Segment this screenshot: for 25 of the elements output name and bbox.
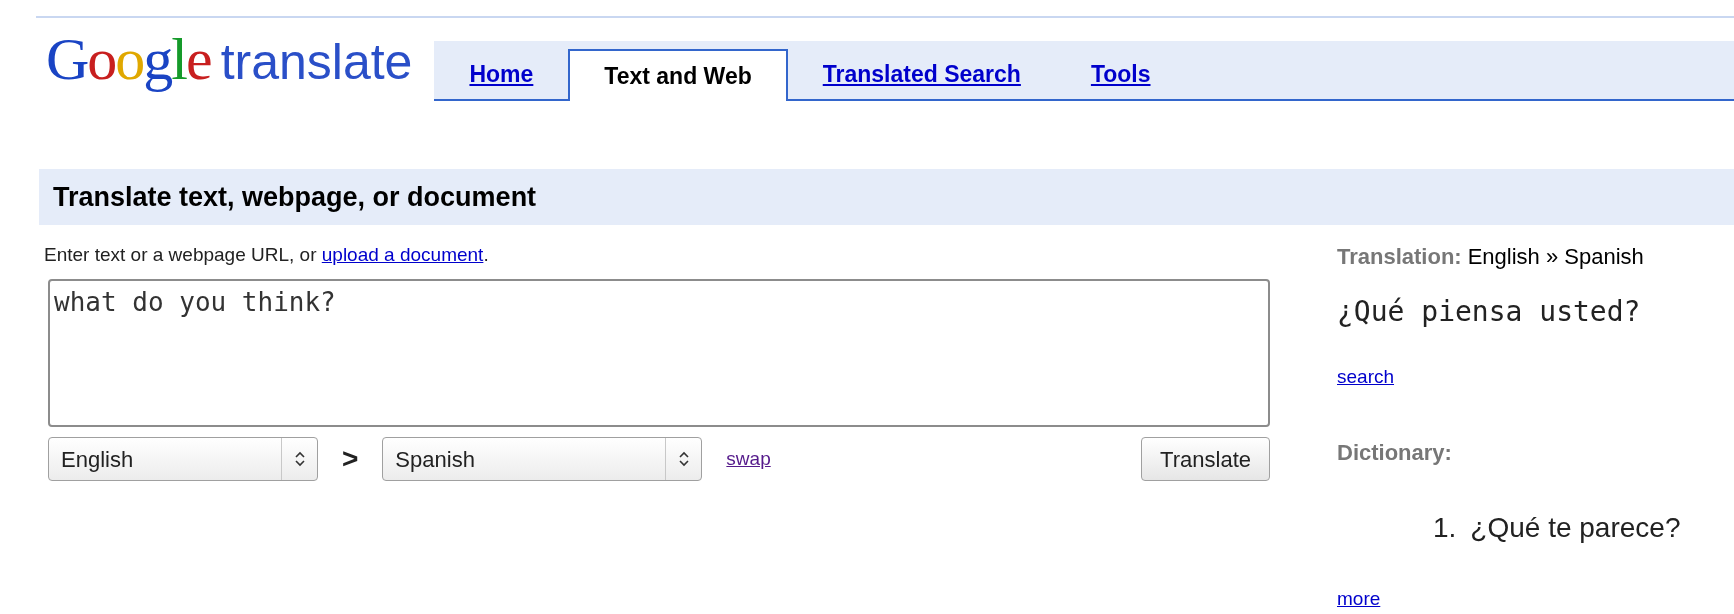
direction-sign: > (342, 442, 359, 476)
language-select[interactable]: English (48, 437, 318, 481)
nav-tab[interactable]: Translated Search (787, 49, 1056, 99)
brand-logo: Google (46, 25, 211, 94)
nav-tab[interactable]: Tools (1055, 49, 1186, 99)
product-name: translate (220, 33, 413, 92)
translation-label: Translation: (1337, 242, 1462, 271)
language-select[interactable]: Spanish (382, 437, 703, 481)
translate-button[interactable]: Translate (1141, 437, 1270, 481)
instruction-text: Enter text or a webpage URL, or upload a document. (44, 243, 490, 267)
source-text-field[interactable]: what do you think? (48, 279, 1270, 427)
nav-tab[interactable]: Text and Web (568, 49, 788, 101)
more-link[interactable]: more (1337, 584, 1381, 613)
translation-text: ¿Qué piensa usted? (1337, 294, 1642, 330)
nav-tab[interactable]: Home (434, 49, 569, 99)
swap-link[interactable]: swap (726, 444, 771, 474)
search-link[interactable]: search (1337, 363, 1395, 392)
entry-number: 1. (1433, 510, 1457, 545)
updown-icon (293, 450, 306, 468)
section-title: Translate text, webpage, or document (53, 180, 537, 214)
language-direction: English » Spanish (1467, 242, 1644, 271)
dictionary-label: Dictionary: (1337, 438, 1453, 467)
upload-link[interactable]: upload a document (321, 244, 484, 265)
updown-icon (677, 450, 690, 468)
dictionary-entry: ¿Qué te parece? (1470, 510, 1681, 545)
